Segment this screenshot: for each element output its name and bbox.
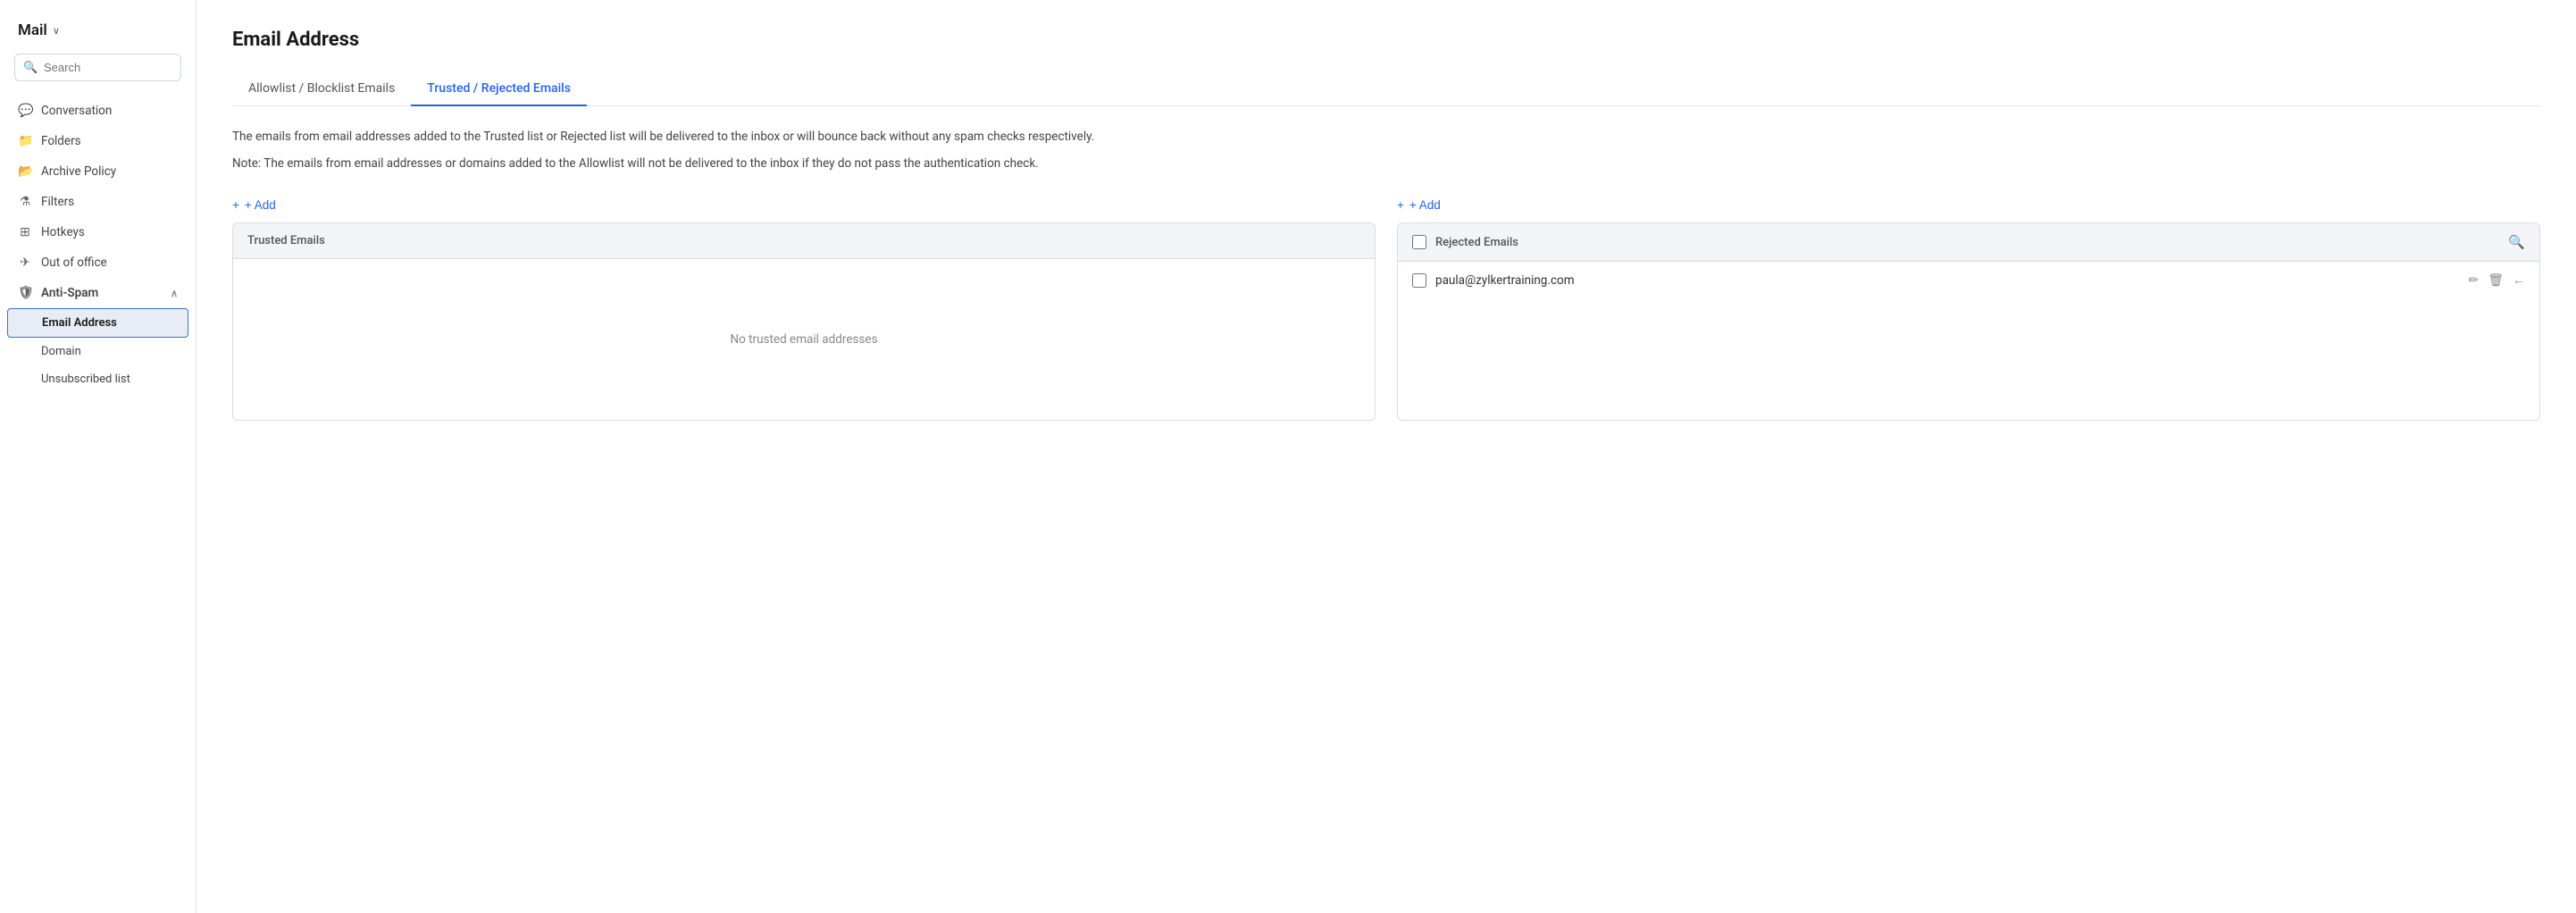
tab-allowlist-blocklist[interactable]: Allowlist / Blocklist Emails xyxy=(232,72,411,106)
tab-trusted-rejected[interactable]: Trusted / Rejected Emails xyxy=(411,72,587,106)
sidebar-item-archive-policy[interactable]: 📂 Archive Policy xyxy=(0,156,196,187)
rejected-add-button[interactable]: + + Add xyxy=(1397,198,2540,212)
filters-icon: ⚗ xyxy=(18,195,32,209)
rejected-emails-column: + + Add Rejected Emails 🔍 paula@zylkertr… xyxy=(1397,198,2540,421)
page-title: Email Address xyxy=(232,29,2540,51)
trusted-add-button[interactable]: + + Add xyxy=(232,198,1376,212)
archive-icon: 📂 xyxy=(18,164,32,179)
sidebar-title: Mail xyxy=(18,21,47,39)
sidebar-group-label: Anti-Spam xyxy=(41,286,98,300)
search-container: 🔍 xyxy=(14,54,181,81)
trusted-emails-table: Trusted Emails No trusted email addresse… xyxy=(232,222,1376,421)
search-icon: 🔍 xyxy=(23,61,38,74)
anti-spam-icon: 🛡 xyxy=(18,286,32,300)
folders-icon: 📁 xyxy=(18,134,32,148)
sidebar: Mail ∨ 🔍 💬 Conversation 📁 Folders 📂 Arch… xyxy=(0,0,197,913)
rejected-table-header: Rejected Emails 🔍 xyxy=(1398,223,2539,262)
sidebar-item-label: Archive Policy xyxy=(41,164,116,179)
delete-icon[interactable]: 🗑 xyxy=(2488,273,2504,288)
trusted-empty-message: No trusted email addresses xyxy=(233,259,1375,420)
sidebar-item-label: Hotkeys xyxy=(41,225,85,239)
rejected-select-all-checkbox[interactable] xyxy=(1412,235,1426,249)
sidebar-sub-item-email-address[interactable]: Email Address xyxy=(7,308,188,338)
sidebar-item-out-of-office[interactable]: ✈ Out of office xyxy=(0,247,196,278)
row-checkbox[interactable] xyxy=(1412,273,1426,288)
sidebar-item-label: Filters xyxy=(41,195,74,209)
hotkeys-icon: ⊞ xyxy=(18,225,32,239)
sidebar-sub-item-domain[interactable]: Domain xyxy=(0,338,196,365)
plus-icon: + xyxy=(232,198,239,212)
description-note: Note: The emails from email addresses or… xyxy=(232,155,2540,174)
search-input[interactable] xyxy=(14,54,181,81)
sidebar-item-label: Conversation xyxy=(41,104,112,118)
trusted-header-label: Trusted Emails xyxy=(247,234,325,247)
row-actions: ✏ 🗑 ← xyxy=(2468,272,2525,288)
plus-icon: + xyxy=(1397,198,1404,212)
tab-bar: Allowlist / Blocklist Emails Trusted / R… xyxy=(232,72,2540,106)
columns-area: + + Add Trusted Emails No trusted email … xyxy=(232,198,2540,421)
rejected-search-icon[interactable]: 🔍 xyxy=(2508,234,2525,250)
table-row: paula@zylkertraining.com ✏ 🗑 ← xyxy=(1398,262,2539,298)
sidebar-item-folders[interactable]: 📁 Folders xyxy=(0,126,196,156)
row-email: paula@zylkertraining.com xyxy=(1435,273,2459,288)
sidebar-item-conversation[interactable]: 💬 Conversation xyxy=(0,96,196,126)
edit-icon[interactable]: ✏ xyxy=(2468,273,2479,288)
main-content: Email Address Allowlist / Blocklist Emai… xyxy=(197,0,2576,913)
sidebar-sub-label: Domain xyxy=(41,345,81,358)
rejected-emails-table: Rejected Emails 🔍 paula@zylkertraining.c… xyxy=(1397,222,2540,421)
sidebar-item-label: Folders xyxy=(41,134,81,148)
sidebar-sub-item-unsubscribed-list[interactable]: Unsubscribed list xyxy=(0,365,196,393)
trusted-table-header: Trusted Emails xyxy=(233,223,1375,259)
description-text: The emails from email addresses added to… xyxy=(232,128,2540,147)
trusted-emails-column: + + Add Trusted Emails No trusted email … xyxy=(232,198,1376,421)
sidebar-item-anti-spam[interactable]: 🛡 Anti-Spam ∧ xyxy=(0,278,196,308)
sidebar-item-hotkeys[interactable]: ⊞ Hotkeys xyxy=(0,217,196,247)
out-of-office-icon: ✈ xyxy=(18,255,32,270)
rejected-header-label: Rejected Emails xyxy=(1435,236,1518,249)
chevron-up-icon: ∧ xyxy=(171,288,178,299)
chevron-down-icon: ∨ xyxy=(53,25,60,37)
conversation-icon: 💬 xyxy=(18,104,32,118)
sidebar-sub-label: Email Address xyxy=(42,316,117,330)
undo-icon[interactable]: ← xyxy=(2513,272,2525,288)
sidebar-item-filters[interactable]: ⚗ Filters xyxy=(0,187,196,217)
sidebar-sub-label: Unsubscribed list xyxy=(41,373,130,386)
sidebar-item-label: Out of office xyxy=(41,255,107,270)
sidebar-header[interactable]: Mail ∨ xyxy=(0,14,196,54)
